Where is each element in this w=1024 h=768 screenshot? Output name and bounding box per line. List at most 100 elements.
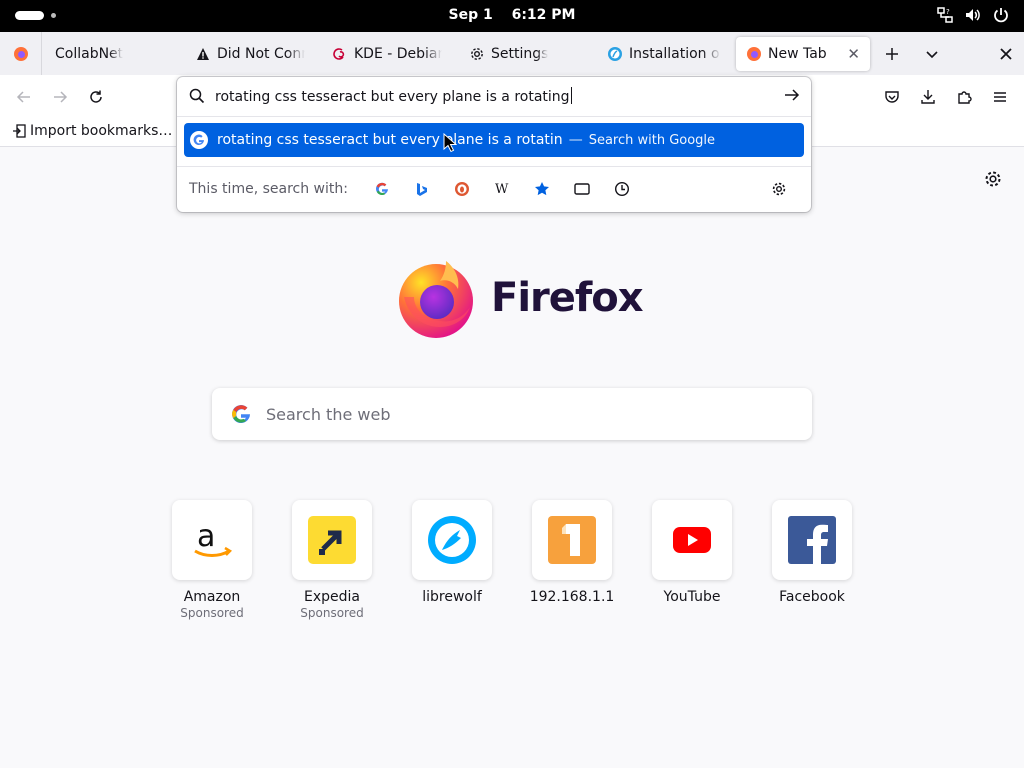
web-search-box[interactable]: Search the web [212, 388, 812, 440]
clock-date: Sep 1 [448, 7, 493, 23]
duckduckgo-icon[interactable] [442, 178, 482, 200]
url-bar-popup: rotating css tesseract but every plane i… [177, 77, 811, 212]
top-site-name: librewolf [422, 589, 482, 605]
hamburger-icon [994, 92, 1006, 102]
search-suggestion-row[interactable]: rotating css tesseract but every plane i… [184, 123, 804, 157]
search-settings-icon[interactable] [759, 178, 799, 200]
close-tab-icon[interactable]: ✕ [841, 45, 860, 63]
reload-icon [90, 90, 102, 103]
power-icon [994, 8, 1008, 23]
tab-label: Settings [491, 46, 549, 62]
extensions-button[interactable] [952, 85, 976, 109]
svg-text:W: W [495, 182, 509, 197]
import-bookmarks-button[interactable]: Import bookmarks… [12, 123, 172, 139]
globe-icon [607, 46, 623, 62]
pocket-button[interactable] [880, 85, 904, 109]
top-site-name: 192.168.1.1 [529, 589, 615, 605]
router-icon [532, 500, 612, 580]
top-site-youtube[interactable]: YouTube [632, 500, 752, 605]
sponsored-label: Sponsored [300, 606, 364, 620]
one-off-search-bar: This time, search with: W [189, 178, 799, 200]
chevron-down-icon [926, 51, 938, 59]
tab-strip: CollabNet Did Not Connect: Potential Sec… [0, 32, 1024, 75]
back-button[interactable] [12, 85, 36, 109]
url-query-text: rotating css tesseract but every plane i… [215, 89, 570, 105]
firefox-icon [746, 46, 762, 62]
close-icon [1000, 48, 1012, 60]
arrow-left-icon [16, 91, 30, 103]
tab-did-not-connect[interactable]: Did Not Connect: Potential Security Issu… [185, 37, 315, 71]
tab-label: New Tab [768, 46, 827, 62]
youtube-icon [652, 500, 732, 580]
top-site-name: Expedia [304, 589, 360, 605]
gear-icon [985, 171, 1001, 187]
divider [177, 116, 811, 117]
one-off-label: This time, search with: [189, 181, 348, 197]
close-window-button[interactable] [994, 42, 1018, 66]
google-icon [232, 405, 250, 424]
tab-installation-on-linux[interactable]: Installation on Linux [597, 37, 731, 71]
downloads-button[interactable] [916, 85, 940, 109]
sponsored-label: Sponsored [180, 606, 244, 620]
tabs-icon[interactable] [562, 178, 602, 200]
clock-time: 6:12 PM [511, 7, 576, 23]
top-site-amazon[interactable]: a Amazon Sponsored [152, 500, 272, 620]
top-site-librewolf[interactable]: librewolf [392, 500, 512, 605]
tab-collabnet[interactable]: CollabNet [45, 37, 185, 71]
suggestion-action: Search with Google [588, 132, 716, 148]
system-tray[interactable]: ? [936, 6, 1010, 24]
history-icon[interactable] [602, 178, 642, 200]
debian-icon [332, 46, 348, 62]
amazon-icon: a [172, 500, 252, 580]
list-all-tabs-button[interactable] [920, 42, 944, 66]
top-site-name: Facebook [779, 589, 845, 605]
volume-icon [966, 9, 980, 21]
librewolf-icon [412, 500, 492, 580]
web-search-placeholder: Search the web [266, 404, 391, 424]
google-icon[interactable] [362, 178, 402, 200]
url-input[interactable]: rotating css tesseract but every plane i… [215, 87, 572, 105]
url-input-row[interactable]: rotating css tesseract but every plane i… [177, 77, 811, 115]
personalize-new-tab-button[interactable] [983, 169, 1003, 189]
clock[interactable]: Sep 1 6:12 PM [0, 7, 1024, 23]
firefox-logo-icon [399, 261, 473, 338]
go-arrow-icon[interactable] [783, 86, 801, 104]
expedia-icon [292, 500, 372, 580]
app-menu-button[interactable] [988, 85, 1012, 109]
tab-label: KDE - Debian Wiki [354, 46, 442, 62]
arrow-right-icon [54, 91, 68, 103]
tab-new-tab[interactable]: New Tab ✕ [736, 37, 870, 71]
new-tab-button[interactable] [880, 42, 904, 66]
tab-label: Did Not Connect: Potential Security Issu… [217, 46, 305, 62]
suggestion-separator: — [568, 132, 583, 148]
gear-icon [469, 46, 485, 62]
top-site-name: Amazon [183, 589, 241, 605]
search-icon [189, 88, 205, 104]
top-site-expedia[interactable]: Expedia Sponsored [272, 500, 392, 620]
plus-icon [886, 48, 898, 60]
wikipedia-icon[interactable]: W [482, 178, 522, 200]
bookmarks-icon[interactable] [522, 178, 562, 200]
divider [177, 166, 811, 167]
forward-button[interactable] [48, 85, 72, 109]
pocket-icon [885, 91, 899, 103]
svg-text:?: ? [946, 8, 950, 16]
reload-button[interactable] [84, 85, 108, 109]
tab-kde-debian-wiki[interactable]: KDE - Debian Wiki [322, 37, 452, 71]
top-site-192-168-1-1[interactable]: 192.168.1.1 [512, 500, 632, 605]
import-icon [13, 124, 26, 138]
tab-label: CollabNet [55, 46, 124, 62]
suggestion-text: rotating css tesseract but every plane i… [217, 132, 563, 148]
download-icon [921, 90, 935, 104]
top-site-facebook[interactable]: Facebook [752, 500, 872, 605]
bing-icon[interactable] [402, 178, 442, 200]
top-site-name: YouTube [663, 589, 721, 605]
svg-text:a: a [197, 519, 215, 554]
tab-settings[interactable]: Settings [459, 37, 594, 71]
google-icon [190, 131, 208, 149]
mouse-cursor-icon [443, 133, 457, 153]
facebook-icon [772, 500, 852, 580]
tab-label: Installation on Linux [629, 46, 721, 62]
firefox-view-button[interactable] [0, 32, 42, 75]
system-top-bar: Sep 1 6:12 PM ? [0, 0, 1024, 32]
